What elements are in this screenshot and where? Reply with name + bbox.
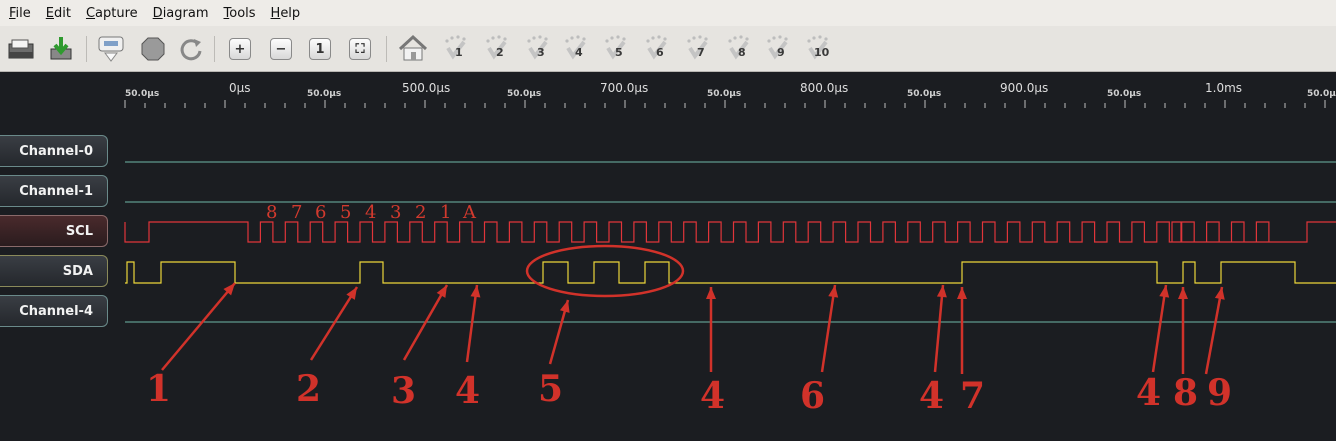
annotation-number: 8 xyxy=(1173,372,1199,414)
bookmark-label: 1 xyxy=(455,46,463,59)
bit-label: 2 xyxy=(415,202,427,223)
zoom-original-icon: 1 xyxy=(309,38,331,60)
menu-capture[interactable]: Capture xyxy=(86,6,138,21)
bit-label: 1 xyxy=(440,202,452,223)
bit-label: 4 xyxy=(365,202,377,223)
toolbar-separator xyxy=(86,36,87,62)
bit-label: 3 xyxy=(390,202,402,223)
menu-diagram[interactable]: Diagram xyxy=(153,6,209,21)
annotation-number: 4 xyxy=(455,370,481,412)
sda-trace xyxy=(125,261,1336,284)
bookmark-label: 7 xyxy=(697,46,705,59)
bookmark-10-icon[interactable]: 10 xyxy=(802,32,836,66)
zoom-original-button[interactable]: 1 xyxy=(305,34,335,64)
menu-bar: File Edit Capture Diagram Tools Help xyxy=(0,0,1336,26)
bookmark-1-icon[interactable]: 1 xyxy=(440,32,474,66)
annotation-number: 3 xyxy=(391,370,417,412)
bookmark-9-icon[interactable]: 9 xyxy=(762,32,796,66)
zoom-out-button[interactable]: − xyxy=(266,34,296,64)
toolbar-separator xyxy=(386,36,387,62)
annotation-number: 9 xyxy=(1207,372,1233,414)
toolbar-separator xyxy=(214,36,215,62)
bit-label: 8 xyxy=(266,202,278,223)
annotation-number: 1 xyxy=(146,368,172,410)
zoom-out-icon: − xyxy=(270,38,292,60)
open-icon[interactable] xyxy=(6,34,36,64)
bookmark-8-icon[interactable]: 8 xyxy=(723,32,757,66)
bookmark-5-icon[interactable]: 5 xyxy=(600,32,634,66)
zoom-in-icon: + xyxy=(229,38,251,60)
annotation-number: 4 xyxy=(1136,372,1162,414)
zoom-fit-button[interactable]: ⛶ xyxy=(345,34,375,64)
highlight-ellipse xyxy=(525,244,685,298)
bookmark-label: 9 xyxy=(777,46,785,59)
annotation-number: 6 xyxy=(800,375,826,417)
bit-label: A xyxy=(463,202,476,223)
annotation-arrows xyxy=(161,282,1225,375)
bookmark-label: 10 xyxy=(814,46,830,59)
home-icon[interactable] xyxy=(396,34,430,64)
bit-label: 7 xyxy=(291,202,303,223)
menu-help[interactable]: Help xyxy=(271,6,301,21)
menu-edit[interactable]: Edit xyxy=(46,6,71,21)
menu-file[interactable]: File xyxy=(9,6,31,21)
zoom-in-button[interactable]: + xyxy=(225,34,255,64)
annotation-number: 5 xyxy=(538,368,564,410)
bookmark-label: 4 xyxy=(575,46,583,59)
bookmark-label: 5 xyxy=(615,46,623,59)
annotation-number: 4 xyxy=(700,375,726,417)
waveform-canvas[interactable]: 0µs 500.0µs 700.0µs 800.0µs 900.0µs 1.0ms 50.0… xyxy=(0,72,1336,441)
stop-icon[interactable] xyxy=(138,34,168,64)
bookmark-6-icon[interactable]: 6 xyxy=(641,32,675,66)
bookmark-label: 3 xyxy=(537,46,545,59)
bit-label: 6 xyxy=(315,202,327,223)
annotation-number: 2 xyxy=(296,368,322,410)
bookmark-label: 2 xyxy=(496,46,504,59)
scl-trace xyxy=(124,221,1336,243)
menu-tools[interactable]: Tools xyxy=(224,6,256,21)
reload-icon[interactable] xyxy=(176,34,206,64)
annotation-number: 4 xyxy=(919,375,945,417)
annotation-number: 7 xyxy=(960,375,986,417)
bookmark-7-icon[interactable]: 7 xyxy=(682,32,716,66)
bit-label: 5 xyxy=(340,202,352,223)
capture-icon[interactable] xyxy=(96,34,126,64)
save-icon[interactable] xyxy=(46,34,76,64)
bookmark-2-icon[interactable]: 2 xyxy=(481,32,515,66)
zoom-fit-icon: ⛶ xyxy=(349,38,371,60)
bookmark-3-icon[interactable]: 3 xyxy=(522,32,556,66)
bookmark-label: 6 xyxy=(656,46,664,59)
toolbar: + − 1 ⛶ 1 2 3 4 5 6 7 8 9 10 xyxy=(0,26,1336,72)
bookmark-4-icon[interactable]: 4 xyxy=(560,32,594,66)
bookmark-label: 8 xyxy=(738,46,746,59)
